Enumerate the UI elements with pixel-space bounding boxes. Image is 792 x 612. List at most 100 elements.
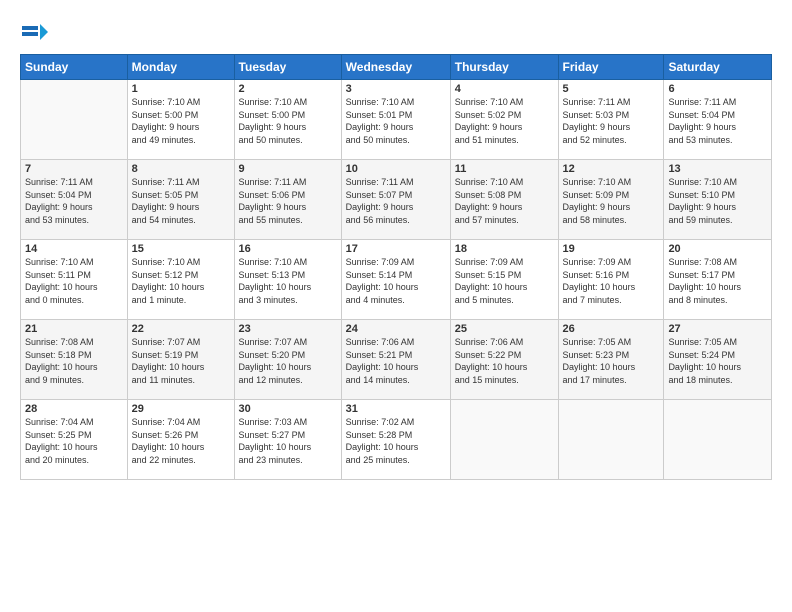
day-number: 1 (132, 83, 230, 95)
calendar-cell: 28Sunrise: 7:04 AM Sunset: 5:25 PM Dayli… (21, 400, 128, 480)
calendar-cell (664, 400, 772, 480)
day-number: 3 (346, 83, 446, 95)
weekday-header-friday: Friday (558, 55, 664, 80)
calendar-cell (21, 80, 128, 160)
calendar-week-5: 28Sunrise: 7:04 AM Sunset: 5:25 PM Dayli… (21, 400, 772, 480)
day-info: Sunrise: 7:10 AM Sunset: 5:11 PM Dayligh… (25, 256, 123, 306)
day-info: Sunrise: 7:10 AM Sunset: 5:00 PM Dayligh… (239, 96, 337, 146)
calendar-week-4: 21Sunrise: 7:08 AM Sunset: 5:18 PM Dayli… (21, 320, 772, 400)
weekday-header-wednesday: Wednesday (341, 55, 450, 80)
day-info: Sunrise: 7:11 AM Sunset: 5:05 PM Dayligh… (132, 176, 230, 226)
day-number: 20 (668, 243, 767, 255)
calendar-cell: 10Sunrise: 7:11 AM Sunset: 5:07 PM Dayli… (341, 160, 450, 240)
day-info: Sunrise: 7:11 AM Sunset: 5:04 PM Dayligh… (25, 176, 123, 226)
calendar-cell: 19Sunrise: 7:09 AM Sunset: 5:16 PM Dayli… (558, 240, 664, 320)
day-info: Sunrise: 7:02 AM Sunset: 5:28 PM Dayligh… (346, 416, 446, 466)
calendar-cell: 21Sunrise: 7:08 AM Sunset: 5:18 PM Dayli… (21, 320, 128, 400)
weekday-header-sunday: Sunday (21, 55, 128, 80)
day-info: Sunrise: 7:05 AM Sunset: 5:23 PM Dayligh… (563, 336, 660, 386)
calendar-cell: 18Sunrise: 7:09 AM Sunset: 5:15 PM Dayli… (450, 240, 558, 320)
calendar-cell: 17Sunrise: 7:09 AM Sunset: 5:14 PM Dayli… (341, 240, 450, 320)
calendar-cell: 31Sunrise: 7:02 AM Sunset: 5:28 PM Dayli… (341, 400, 450, 480)
day-number: 5 (563, 83, 660, 95)
day-info: Sunrise: 7:04 AM Sunset: 5:26 PM Dayligh… (132, 416, 230, 466)
day-info: Sunrise: 7:11 AM Sunset: 5:03 PM Dayligh… (563, 96, 660, 146)
calendar-cell: 25Sunrise: 7:06 AM Sunset: 5:22 PM Dayli… (450, 320, 558, 400)
calendar-cell: 22Sunrise: 7:07 AM Sunset: 5:19 PM Dayli… (127, 320, 234, 400)
day-number: 12 (563, 163, 660, 175)
calendar-cell: 30Sunrise: 7:03 AM Sunset: 5:27 PM Dayli… (234, 400, 341, 480)
day-info: Sunrise: 7:11 AM Sunset: 5:06 PM Dayligh… (239, 176, 337, 226)
day-number: 19 (563, 243, 660, 255)
day-info: Sunrise: 7:09 AM Sunset: 5:15 PM Dayligh… (455, 256, 554, 306)
calendar-cell: 26Sunrise: 7:05 AM Sunset: 5:23 PM Dayli… (558, 320, 664, 400)
calendar-cell: 24Sunrise: 7:06 AM Sunset: 5:21 PM Dayli… (341, 320, 450, 400)
calendar-body: 1Sunrise: 7:10 AM Sunset: 5:00 PM Daylig… (21, 80, 772, 480)
day-info: Sunrise: 7:06 AM Sunset: 5:22 PM Dayligh… (455, 336, 554, 386)
day-number: 24 (346, 323, 446, 335)
calendar-table: SundayMondayTuesdayWednesdayThursdayFrid… (20, 54, 772, 480)
day-info: Sunrise: 7:09 AM Sunset: 5:14 PM Dayligh… (346, 256, 446, 306)
day-info: Sunrise: 7:09 AM Sunset: 5:16 PM Dayligh… (563, 256, 660, 306)
calendar-week-1: 1Sunrise: 7:10 AM Sunset: 5:00 PM Daylig… (21, 80, 772, 160)
day-number: 25 (455, 323, 554, 335)
day-number: 16 (239, 243, 337, 255)
day-number: 21 (25, 323, 123, 335)
day-info: Sunrise: 7:10 AM Sunset: 5:01 PM Dayligh… (346, 96, 446, 146)
day-number: 14 (25, 243, 123, 255)
calendar-cell: 15Sunrise: 7:10 AM Sunset: 5:12 PM Dayli… (127, 240, 234, 320)
day-number: 15 (132, 243, 230, 255)
calendar-cell: 7Sunrise: 7:11 AM Sunset: 5:04 PM Daylig… (21, 160, 128, 240)
day-number: 22 (132, 323, 230, 335)
day-number: 13 (668, 163, 767, 175)
calendar-cell: 12Sunrise: 7:10 AM Sunset: 5:09 PM Dayli… (558, 160, 664, 240)
calendar-week-3: 14Sunrise: 7:10 AM Sunset: 5:11 PM Dayli… (21, 240, 772, 320)
day-number: 23 (239, 323, 337, 335)
day-info: Sunrise: 7:10 AM Sunset: 5:02 PM Dayligh… (455, 96, 554, 146)
calendar-week-2: 7Sunrise: 7:11 AM Sunset: 5:04 PM Daylig… (21, 160, 772, 240)
weekday-header-thursday: Thursday (450, 55, 558, 80)
calendar-cell: 9Sunrise: 7:11 AM Sunset: 5:06 PM Daylig… (234, 160, 341, 240)
weekday-header-monday: Monday (127, 55, 234, 80)
weekday-header-row: SundayMondayTuesdayWednesdayThursdayFrid… (21, 55, 772, 80)
day-number: 7 (25, 163, 123, 175)
day-info: Sunrise: 7:11 AM Sunset: 5:04 PM Dayligh… (668, 96, 767, 146)
logo-icon (20, 18, 48, 46)
day-info: Sunrise: 7:05 AM Sunset: 5:24 PM Dayligh… (668, 336, 767, 386)
day-number: 8 (132, 163, 230, 175)
day-number: 26 (563, 323, 660, 335)
day-number: 4 (455, 83, 554, 95)
calendar-cell: 6Sunrise: 7:11 AM Sunset: 5:04 PM Daylig… (664, 80, 772, 160)
calendar-cell: 13Sunrise: 7:10 AM Sunset: 5:10 PM Dayli… (664, 160, 772, 240)
logo (20, 18, 52, 46)
calendar-cell: 11Sunrise: 7:10 AM Sunset: 5:08 PM Dayli… (450, 160, 558, 240)
calendar-cell: 14Sunrise: 7:10 AM Sunset: 5:11 PM Dayli… (21, 240, 128, 320)
day-info: Sunrise: 7:10 AM Sunset: 5:12 PM Dayligh… (132, 256, 230, 306)
calendar-cell: 3Sunrise: 7:10 AM Sunset: 5:01 PM Daylig… (341, 80, 450, 160)
calendar-cell: 16Sunrise: 7:10 AM Sunset: 5:13 PM Dayli… (234, 240, 341, 320)
day-number: 2 (239, 83, 337, 95)
calendar-cell: 29Sunrise: 7:04 AM Sunset: 5:26 PM Dayli… (127, 400, 234, 480)
calendar-cell: 4Sunrise: 7:10 AM Sunset: 5:02 PM Daylig… (450, 80, 558, 160)
day-number: 18 (455, 243, 554, 255)
weekday-header-saturday: Saturday (664, 55, 772, 80)
page-header (20, 18, 772, 46)
day-info: Sunrise: 7:04 AM Sunset: 5:25 PM Dayligh… (25, 416, 123, 466)
day-number: 9 (239, 163, 337, 175)
calendar-cell: 27Sunrise: 7:05 AM Sunset: 5:24 PM Dayli… (664, 320, 772, 400)
day-info: Sunrise: 7:10 AM Sunset: 5:09 PM Dayligh… (563, 176, 660, 226)
day-info: Sunrise: 7:08 AM Sunset: 5:17 PM Dayligh… (668, 256, 767, 306)
calendar-cell: 1Sunrise: 7:10 AM Sunset: 5:00 PM Daylig… (127, 80, 234, 160)
day-info: Sunrise: 7:11 AM Sunset: 5:07 PM Dayligh… (346, 176, 446, 226)
day-number: 17 (346, 243, 446, 255)
weekday-header-tuesday: Tuesday (234, 55, 341, 80)
day-info: Sunrise: 7:10 AM Sunset: 5:10 PM Dayligh… (668, 176, 767, 226)
calendar-cell: 23Sunrise: 7:07 AM Sunset: 5:20 PM Dayli… (234, 320, 341, 400)
day-info: Sunrise: 7:03 AM Sunset: 5:27 PM Dayligh… (239, 416, 337, 466)
calendar-cell (558, 400, 664, 480)
day-info: Sunrise: 7:10 AM Sunset: 5:00 PM Dayligh… (132, 96, 230, 146)
calendar-cell: 5Sunrise: 7:11 AM Sunset: 5:03 PM Daylig… (558, 80, 664, 160)
calendar-cell: 8Sunrise: 7:11 AM Sunset: 5:05 PM Daylig… (127, 160, 234, 240)
day-number: 28 (25, 403, 123, 415)
day-number: 10 (346, 163, 446, 175)
